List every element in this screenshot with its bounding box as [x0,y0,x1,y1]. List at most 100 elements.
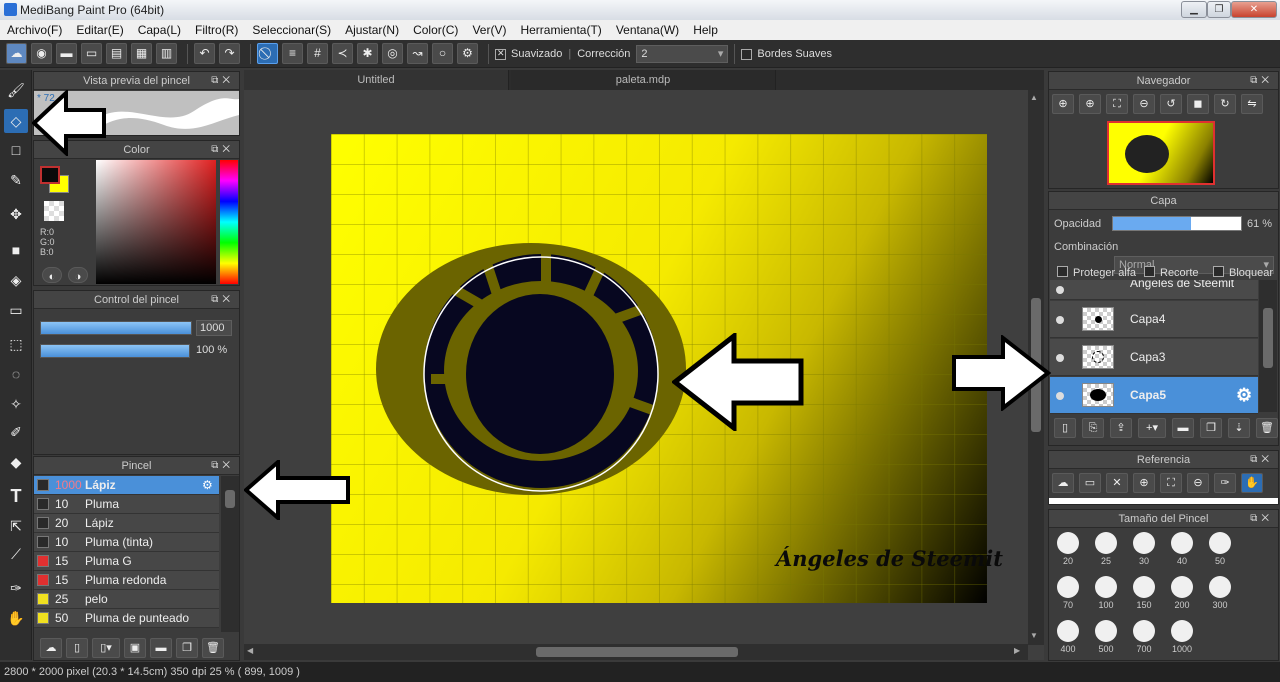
brush-size-preset[interactable]: 200 [1168,576,1196,610]
operation-tool-icon[interactable]: ⇱ [4,514,28,538]
zoom-icon[interactable]: ⊕ [1052,94,1074,114]
reference-eyedropper-icon[interactable]: ✑ [1214,473,1236,493]
panel-controls-icon[interactable]: ⧉✕ [211,72,234,90]
delete-layer-icon[interactable]: 🗑 [1256,418,1278,438]
brush-folder-icon[interactable]: ▬ [150,638,172,658]
layer-settings-icon[interactable]: ⚙ [1236,385,1252,406]
brush-row[interactable]: 15 Pluma G [34,552,219,571]
ellipse-snap-icon[interactable]: ○ [432,43,453,64]
zoom-in-icon[interactable]: ⊕ [1079,94,1101,114]
reference-zoom-out-icon[interactable]: ⊖ [1187,473,1209,493]
zoom-out-icon[interactable]: ⊖ [1133,94,1155,114]
layer-visibility-icon[interactable] [1056,286,1064,294]
brush-row[interactable]: 10 Pluma (tinta) [34,533,219,552]
brush-size-preset[interactable]: 50 [1206,532,1234,566]
delete-brush-icon[interactable]: 🗑 [202,638,224,658]
canvas-hscroll-thumb[interactable] [536,647,738,657]
new-brush-icon[interactable]: ▯ [66,638,88,658]
magic-wand-icon[interactable]: ✧ [4,392,28,416]
message-icon[interactable]: ▭ [81,43,102,64]
brush-size-preset[interactable]: 25 [1092,532,1120,566]
reference-open-icon[interactable]: ▭ [1079,473,1101,493]
rotate-right-icon[interactable]: ↻ [1214,94,1236,114]
grid-icon[interactable]: ▥ [156,43,177,64]
comment-icon[interactable]: ▬ [56,43,77,64]
soft-edges-checkbox[interactable] [741,49,753,60]
curve-snap-icon[interactable]: ↝ [407,43,428,64]
eraser-tool-icon[interactable]: ◇ [4,109,28,133]
layout-icon[interactable]: ▦ [131,43,152,64]
menu-herramienta[interactable]: Herramienta(T) [513,23,608,37]
reference-close-icon[interactable]: ✕ [1106,473,1128,493]
cloud-icon[interactable]: ☁ [6,43,27,64]
brush-size-preset[interactable]: 500 [1092,620,1120,654]
brush-row[interactable]: 25 pelo [34,590,219,609]
eyedropper-color-icon[interactable]: ◑ [68,267,88,283]
cloud-brush-icon[interactable]: ☁ [40,638,62,658]
panel-controls-icon[interactable]: ⧉✕ [1250,72,1273,90]
clip-option[interactable]: Recorte [1144,265,1199,279]
layer-visibility-icon[interactable] [1056,392,1064,400]
layer-scroll-thumb[interactable] [1263,308,1273,368]
close-window-button[interactable]: ✕ [1231,1,1277,18]
brush-list-scroll-thumb[interactable] [225,490,235,508]
merge-layer-icon[interactable]: ⇣ [1228,418,1250,438]
reference-cloud-icon[interactable]: ☁ [1052,473,1074,493]
shape-fill-icon[interactable]: ■ [4,238,28,262]
menu-capa[interactable]: Capa(L) [131,23,188,37]
brush-tool-icon[interactable]: 🖌 [4,78,28,102]
brush-row[interactable]: 20 Lápiz [34,514,219,533]
layer-opacity-slider[interactable] [1112,216,1242,231]
brush-row[interactable]: 10 Pluma [34,495,219,514]
copy-layer-icon[interactable]: ⎘ [1082,418,1104,438]
layer-visibility-icon[interactable] [1056,354,1064,362]
brush-size-preset[interactable]: 300 [1206,576,1234,610]
canvas-hscrollbar[interactable]: ◀ ▶ [244,644,1028,660]
minimize-button[interactable]: ▁ [1181,1,1207,18]
brush-row-selected[interactable]: 1000 Lápiz ⚙ [34,476,219,495]
palette-icon[interactable]: ◐ [42,267,62,283]
divide-tool-icon[interactable]: ⟋ [4,542,28,566]
brush-opacity-slider[interactable] [40,344,190,358]
parallel-snap-icon[interactable]: ≡ [282,43,303,64]
lock-option[interactable]: Bloquear [1213,265,1273,279]
import-layer-icon[interactable]: ⇪ [1110,418,1132,438]
duplicate-brush-icon[interactable]: ❐ [176,638,198,658]
smudge-tool-icon[interactable]: ✎ [4,168,28,192]
brush-settings-gear-icon[interactable]: ⚙ [202,476,213,494]
brush-size-slider[interactable] [40,321,192,335]
undo-icon[interactable]: ↶ [194,43,215,64]
radial-snap-icon[interactable]: ✱ [357,43,378,64]
brush-size-value[interactable]: 1000 [196,320,232,336]
layer-row-capa4[interactable]: Capa4 [1050,301,1258,338]
protect-alpha-option[interactable]: Proteger alfa [1057,265,1136,279]
text-tool-icon[interactable]: T [4,484,28,508]
fit-icon[interactable]: ⛶ [1106,94,1128,114]
panel-controls-icon[interactable]: ⧉✕ [1250,510,1273,528]
add-layer-menu-icon[interactable]: +▾ [1138,418,1166,438]
add-brush-icon[interactable]: ▯▾ [92,638,120,658]
move-tool-icon[interactable]: ✥ [4,202,28,226]
menu-seleccionar[interactable]: Seleccionar(S) [245,23,338,37]
eyedropper-tool-icon[interactable]: ✑ [4,576,28,600]
brush-size-preset[interactable]: 150 [1130,576,1158,610]
menu-filtro[interactable]: Filtro(R) [188,23,245,37]
menu-editar[interactable]: Editar(E) [69,23,130,37]
lock-checkbox[interactable] [1213,266,1224,277]
smoothing-checkbox[interactable] [495,48,506,60]
brush-size-preset[interactable]: 400 [1054,620,1082,654]
menu-ajustar[interactable]: Ajustar(N) [338,23,406,37]
brush-size-preset[interactable]: 700 [1130,620,1158,654]
select-eraser-icon[interactable]: ◆ [4,450,28,474]
brush-size-preset[interactable]: 20 [1054,532,1082,566]
panel-controls-icon[interactable]: ⧉✕ [211,141,234,159]
saturation-value-picker[interactable] [96,160,216,284]
menu-archivo[interactable]: Archivo(F) [0,23,69,37]
brush-size-preset[interactable]: 30 [1130,532,1158,566]
dot-tool-icon[interactable]: □ [4,138,28,162]
select-pen-icon[interactable]: ✐ [4,420,28,444]
scroll-right-icon[interactable]: ▶ [1014,646,1020,655]
layer-scrollbar[interactable] [1259,280,1277,412]
reset-view-icon[interactable]: ◼ [1187,94,1209,114]
snap-off-icon[interactable]: ⃠ [257,43,278,64]
